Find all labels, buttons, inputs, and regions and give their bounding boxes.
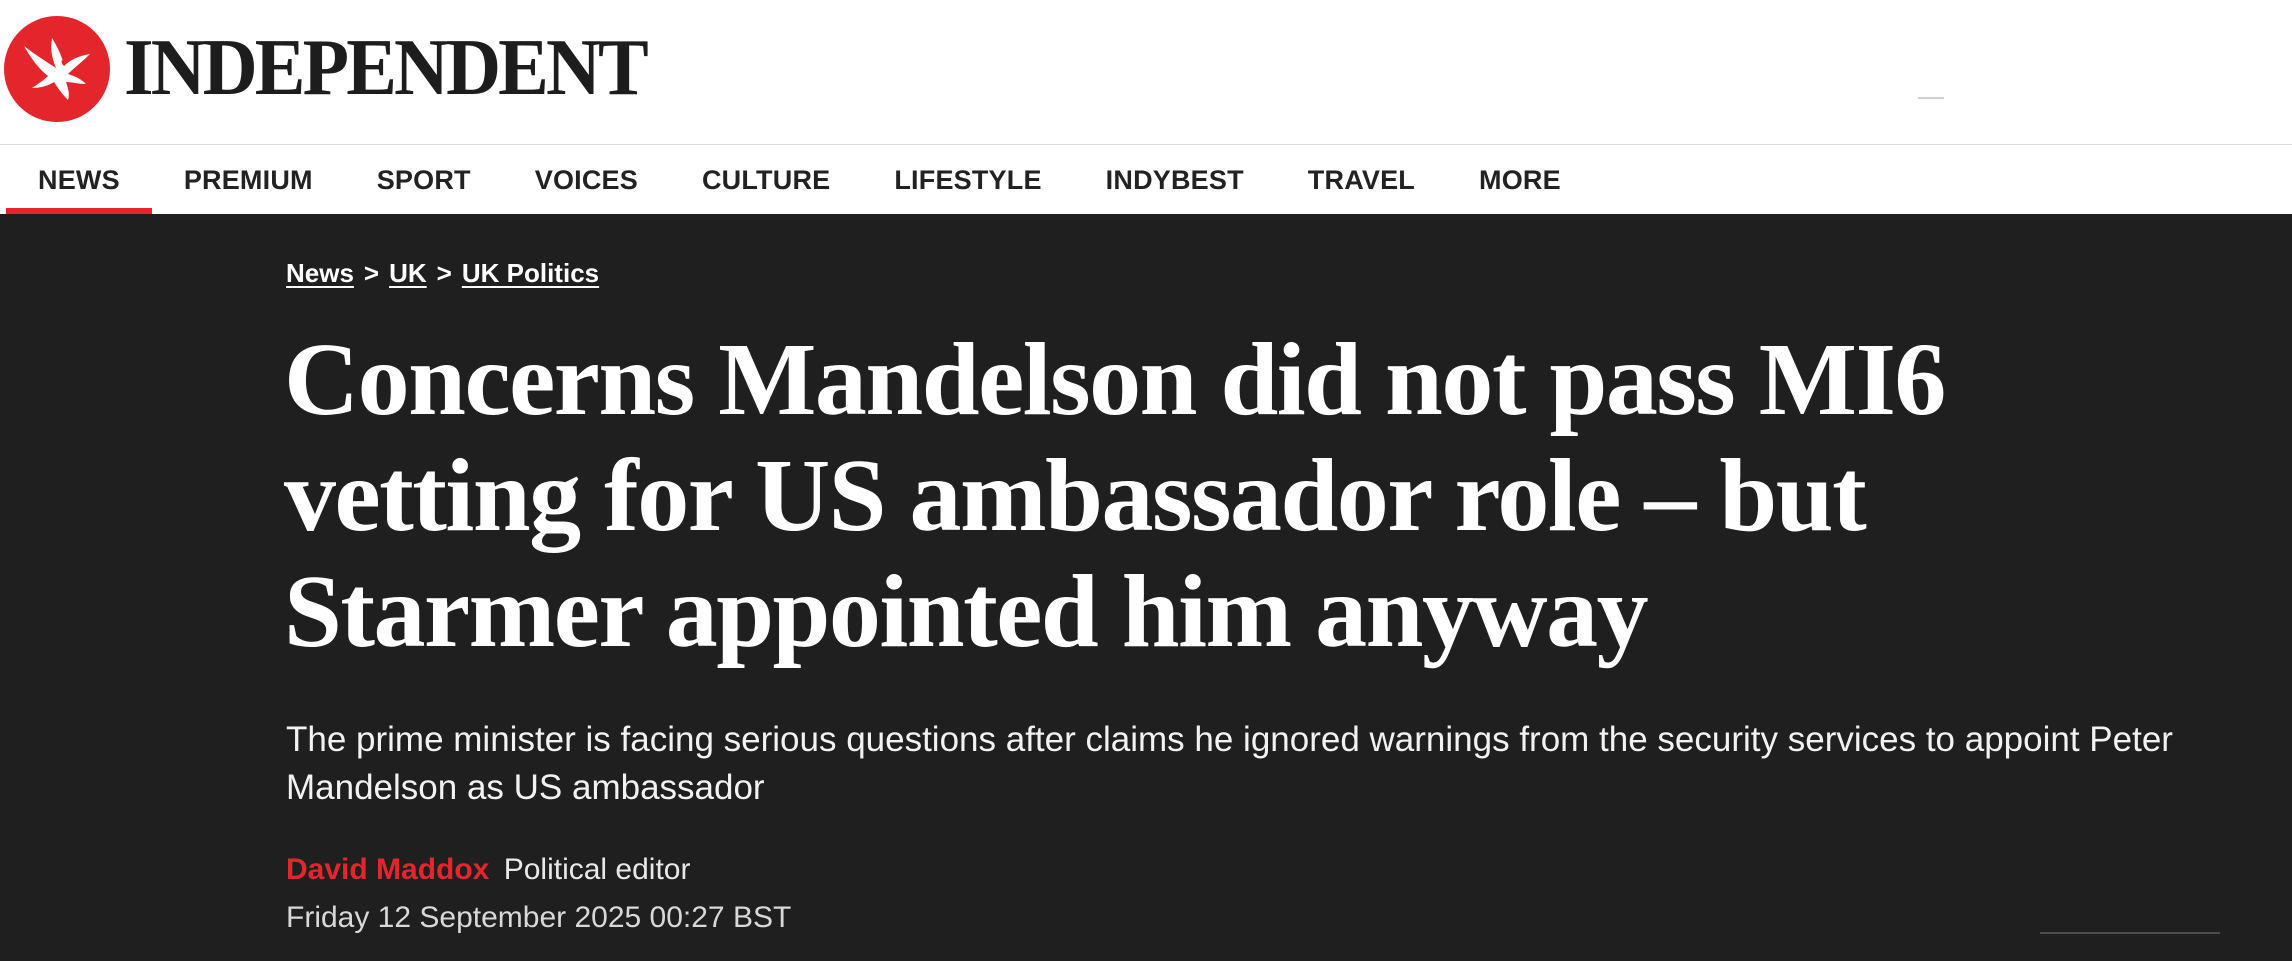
nav-item-sport[interactable]: SPORT: [345, 145, 503, 215]
breadcrumb-link-uk-politics[interactable]: UK Politics: [462, 258, 599, 289]
nav-item-more[interactable]: MORE: [1447, 145, 1593, 215]
eagle-icon: [4, 16, 110, 122]
byline: David Maddox Political editor: [286, 851, 690, 889]
publish-date: Friday 12 September 2025 00:27 BST: [286, 901, 792, 934]
primary-nav: NEWS PREMIUM SPORT VOICES CULTURE LIFEST…: [0, 144, 2292, 215]
article-headline: Concerns Mandelson did not pass MI6 vett…: [284, 322, 1946, 669]
nav-item-travel[interactable]: TRAVEL: [1276, 145, 1447, 215]
article-hero: News > UK > UK Politics Concerns Mandels…: [0, 214, 2292, 961]
breadcrumb-link-uk[interactable]: UK: [389, 258, 427, 289]
nav-item-premium[interactable]: PREMIUM: [152, 145, 345, 215]
breadcrumb-link-news[interactable]: News: [286, 258, 354, 289]
masthead: INDEPENDENT: [0, 0, 2292, 144]
site-wordmark[interactable]: INDEPENDENT: [124, 22, 649, 114]
breadcrumb-separator: >: [436, 258, 452, 288]
nav-item-voices[interactable]: VOICES: [503, 145, 670, 215]
author-role: Political editor: [503, 853, 691, 886]
decorative-divider: [2040, 932, 2220, 934]
nav-list: NEWS PREMIUM SPORT VOICES CULTURE LIFEST…: [6, 145, 1593, 215]
header-divider: [1918, 97, 1944, 99]
nav-item-indybest[interactable]: INDYBEST: [1074, 145, 1276, 215]
breadcrumb: News > UK > UK Politics: [286, 258, 599, 289]
article-standfirst: The prime minister is facing serious que…: [286, 720, 2173, 807]
nav-item-culture[interactable]: CULTURE: [670, 145, 862, 215]
breadcrumb-separator: >: [363, 258, 380, 288]
nav-item-news[interactable]: NEWS: [6, 145, 152, 215]
home-logo-link[interactable]: [4, 16, 110, 122]
author-link[interactable]: David Maddox: [286, 853, 489, 886]
nav-item-lifestyle[interactable]: LIFESTYLE: [862, 145, 1073, 215]
